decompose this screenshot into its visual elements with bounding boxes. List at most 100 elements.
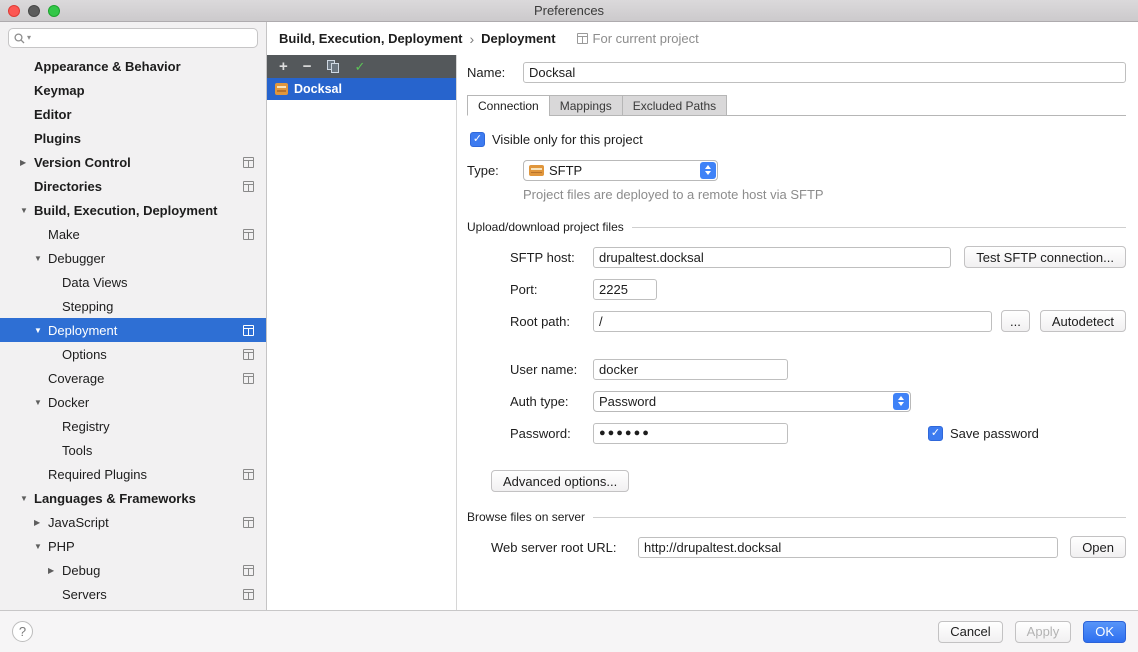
dialog-footer: ? Cancel Apply OK — [0, 610, 1138, 652]
autodetect-button[interactable]: Autodetect — [1040, 310, 1126, 332]
current-project-icon — [243, 565, 254, 576]
sftp-host-label: SFTP host: — [510, 250, 593, 265]
current-project-icon — [243, 349, 254, 360]
current-project-icon — [243, 157, 254, 168]
sidebar-item-version-control[interactable]: ▶Version Control — [0, 150, 266, 174]
sidebar-item-build-execution-deployment[interactable]: ▼Build, Execution, Deployment — [0, 198, 266, 222]
deployment-form: Name: Connection Mappings Excluded Paths… — [457, 55, 1138, 610]
browse-root-path-button[interactable]: ... — [1001, 310, 1030, 332]
chevron-right-icon[interactable]: ▶ — [48, 566, 62, 575]
sidebar-item-data-views[interactable]: Data Views — [0, 270, 266, 294]
sidebar-item-plugins[interactable]: Plugins — [0, 126, 266, 150]
web-root-input[interactable] — [638, 537, 1058, 558]
sidebar-item-deployment[interactable]: ▼Deployment — [0, 318, 266, 342]
zoom-button[interactable] — [48, 5, 60, 17]
preferences-window: Preferences ▾ Appearance & BehaviorKeyma… — [0, 0, 1138, 652]
name-input[interactable] — [523, 62, 1126, 83]
current-project-icon — [577, 33, 588, 44]
sidebar-item-tools[interactable]: Tools — [0, 438, 266, 462]
sidebar-item-javascript[interactable]: ▶JavaScript — [0, 510, 266, 534]
test-sftp-connection-button[interactable]: Test SFTP connection... — [964, 246, 1126, 268]
user-name-input[interactable] — [593, 359, 788, 380]
sidebar-item-appearance-behavior[interactable]: Appearance & Behavior — [0, 54, 266, 78]
sidebar-item-php[interactable]: ▼PHP — [0, 534, 266, 558]
current-project-icon — [243, 181, 254, 192]
sidebar-item-registry[interactable]: Registry — [0, 414, 266, 438]
current-project-icon — [243, 325, 254, 336]
sidebar-item-directories[interactable]: Directories — [0, 174, 266, 198]
sftp-type-icon — [529, 165, 544, 176]
chevron-down-icon[interactable]: ▼ — [34, 398, 48, 407]
chevron-right-icon[interactable]: ▶ — [20, 158, 34, 167]
tab-mappings[interactable]: Mappings — [549, 95, 623, 116]
help-button[interactable]: ? — [12, 621, 33, 642]
chevron-down-icon: ▾ — [27, 34, 31, 42]
password-input[interactable] — [593, 423, 788, 444]
user-name-label: User name: — [510, 362, 593, 377]
minimize-button[interactable] — [28, 5, 40, 17]
chevron-down-icon[interactable]: ▼ — [34, 542, 48, 551]
type-label: Type: — [467, 163, 523, 178]
sidebar-item-make[interactable]: Make — [0, 222, 266, 246]
settings-sidebar: ▾ Appearance & Behavior KeymapEditorPlugi… — [0, 22, 267, 610]
browse-section-header: Browse files on server — [467, 510, 1126, 524]
sidebar-item-languages-frameworks[interactable]: ▼Languages & Frameworks — [0, 486, 266, 510]
sidebar-item-label: Make — [48, 227, 80, 242]
remove-server-button[interactable]: − — [303, 59, 312, 74]
sidebar-item-stepping[interactable]: Stepping — [0, 294, 266, 318]
sidebar-item-label: JavaScript — [48, 515, 109, 530]
use-as-default-button[interactable]: ✓ — [355, 60, 366, 73]
sidebar-item-editor[interactable]: Editor — [0, 102, 266, 126]
visible-only-checkbox[interactable] — [470, 132, 485, 147]
sftp-host-input[interactable] — [593, 247, 951, 268]
form-tabs: Connection Mappings Excluded Paths — [467, 95, 1126, 116]
sidebar-item-label: Build, Execution, Deployment — [34, 203, 217, 218]
cancel-button[interactable]: Cancel — [938, 621, 1002, 643]
sidebar-item-label: Appearance & Behavior — [34, 59, 181, 74]
server-list-panel: + − ✓ Docksal — [267, 55, 457, 610]
chevron-right-icon[interactable]: ▶ — [34, 518, 48, 527]
breadcrumb: Build, Execution, Deployment › Deploymen… — [267, 22, 1138, 55]
combo-stepper-icon — [893, 393, 909, 410]
auth-type-value: Password — [599, 394, 656, 409]
tab-excluded-paths[interactable]: Excluded Paths — [622, 95, 727, 116]
current-project-indicator: For current project — [577, 31, 699, 46]
advanced-options-button[interactable]: Advanced options... — [491, 470, 629, 492]
sidebar-item-label: Coverage — [48, 371, 104, 386]
sidebar-item-keymap[interactable]: Keymap — [0, 78, 266, 102]
ok-button[interactable]: OK — [1083, 621, 1126, 643]
current-project-icon — [243, 589, 254, 600]
server-list-item-docksal[interactable]: Docksal — [267, 78, 456, 100]
chevron-down-icon[interactable]: ▼ — [20, 206, 34, 215]
add-server-button[interactable]: + — [279, 59, 288, 74]
save-password-checkbox[interactable] — [928, 426, 943, 441]
sidebar-item-debugger[interactable]: ▼Debugger — [0, 246, 266, 270]
port-input[interactable] — [593, 279, 657, 300]
save-password-label: Save password — [950, 426, 1039, 441]
tab-connection[interactable]: Connection — [467, 95, 550, 116]
sidebar-item-label: Servers — [62, 587, 107, 602]
auth-type-select[interactable]: Password — [593, 391, 911, 412]
type-select[interactable]: SFTP — [523, 160, 718, 181]
breadcrumb-page: Deployment — [481, 31, 555, 46]
apply-button[interactable]: Apply — [1015, 621, 1072, 643]
settings-search-input[interactable]: ▾ — [8, 28, 258, 48]
root-path-input[interactable] — [593, 311, 992, 332]
sidebar-item-servers[interactable]: Servers — [0, 582, 266, 606]
close-button[interactable] — [8, 5, 20, 17]
sidebar-item-required-plugins[interactable]: Required Plugins — [0, 462, 266, 486]
search-area: ▾ — [0, 22, 266, 54]
sidebar-item-debug[interactable]: ▶Debug — [0, 558, 266, 582]
chevron-down-icon[interactable]: ▼ — [20, 494, 34, 503]
sidebar-item-options[interactable]: Options — [0, 342, 266, 366]
server-name: Docksal — [294, 82, 342, 96]
sidebar-item-coverage[interactable]: Coverage — [0, 366, 266, 390]
copy-server-button[interactable] — [327, 60, 340, 74]
chevron-down-icon[interactable]: ▼ — [34, 254, 48, 263]
sidebar-item-label: Stepping — [62, 299, 113, 314]
sftp-server-icon — [275, 83, 288, 95]
sidebar-item-docker[interactable]: ▼Docker — [0, 390, 266, 414]
open-button[interactable]: Open — [1070, 536, 1126, 558]
chevron-down-icon[interactable]: ▼ — [34, 326, 48, 335]
server-toolbar: + − ✓ — [267, 55, 456, 78]
